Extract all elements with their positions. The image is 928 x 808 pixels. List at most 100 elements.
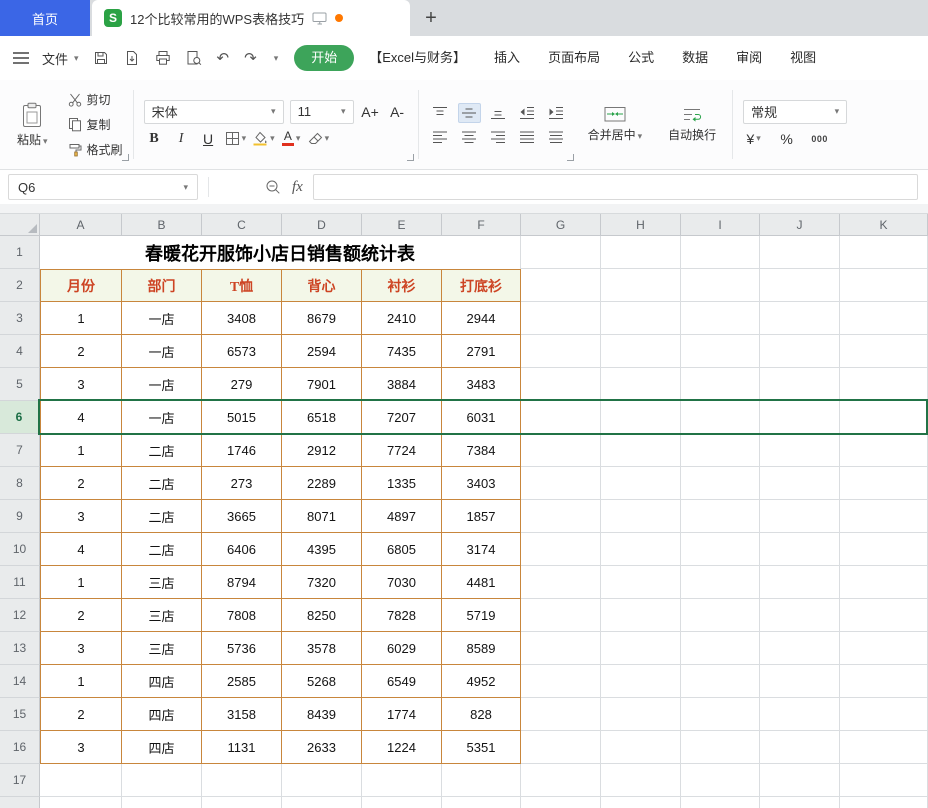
- cell-I17[interactable]: [681, 764, 760, 797]
- cell-B17[interactable]: [122, 764, 202, 797]
- cell-C16[interactable]: 1131: [202, 731, 282, 764]
- cell-H16[interactable]: [601, 731, 681, 764]
- column-header-C[interactable]: C: [202, 214, 282, 235]
- cell-D14[interactable]: 5268: [282, 665, 362, 698]
- cell-K11[interactable]: [840, 566, 928, 599]
- merge-center-button[interactable]: 合并居中▾: [582, 106, 649, 143]
- cell-D2[interactable]: 背心: [282, 269, 362, 302]
- column-header-I[interactable]: I: [681, 214, 760, 235]
- cell-D4[interactable]: 2594: [282, 335, 362, 368]
- row-header-7[interactable]: 7: [0, 434, 40, 467]
- name-box[interactable]: Q6 ▾: [8, 174, 198, 200]
- cell-G10[interactable]: [521, 533, 601, 566]
- cell-I10[interactable]: [681, 533, 760, 566]
- cell-J1[interactable]: [760, 236, 840, 269]
- cell-B14[interactable]: 四店: [122, 665, 202, 698]
- row-header-1[interactable]: 1: [0, 236, 40, 269]
- zoom-out-icon[interactable]: [265, 179, 282, 196]
- cell-J14[interactable]: [760, 665, 840, 698]
- quick-access-more-icon[interactable]: ▾: [274, 53, 279, 64]
- bold-button[interactable]: B: [144, 128, 165, 150]
- row-header-4[interactable]: 4: [0, 335, 40, 368]
- cell-D18[interactable]: [282, 797, 362, 808]
- column-header-D[interactable]: D: [282, 214, 362, 235]
- cell-J5[interactable]: [760, 368, 840, 401]
- cell-H5[interactable]: [601, 368, 681, 401]
- cell-E17[interactable]: [362, 764, 442, 797]
- cell-K6[interactable]: [840, 401, 928, 434]
- row-header-15[interactable]: 15: [0, 698, 40, 731]
- cell-C18[interactable]: [202, 797, 282, 808]
- ribbon-tab-4[interactable]: 页面布局: [535, 45, 613, 71]
- align-center-button[interactable]: [458, 127, 481, 147]
- cell-G4[interactable]: [521, 335, 601, 368]
- cell-K1[interactable]: [840, 236, 928, 269]
- cell-I12[interactable]: [681, 599, 760, 632]
- row-header-12[interactable]: 12: [0, 599, 40, 632]
- distributed-button[interactable]: [545, 127, 568, 147]
- row-header-14[interactable]: 14: [0, 665, 40, 698]
- cell-C11[interactable]: 8794: [202, 566, 282, 599]
- column-header-F[interactable]: F: [442, 214, 521, 235]
- borders-button[interactable]: ▾: [225, 128, 247, 150]
- select-all-button[interactable]: [0, 214, 40, 235]
- cell-E6[interactable]: 7207: [362, 401, 442, 434]
- cell-J6[interactable]: [760, 401, 840, 434]
- file-menu-button[interactable]: 文件 ▾: [42, 49, 79, 68]
- cell-J8[interactable]: [760, 467, 840, 500]
- number-format-select[interactable]: 常规 ▾: [743, 100, 847, 124]
- cell-A5[interactable]: 3: [40, 368, 122, 401]
- cell-K10[interactable]: [840, 533, 928, 566]
- cell-J15[interactable]: [760, 698, 840, 731]
- cell-E2[interactable]: 衬衫: [362, 269, 442, 302]
- undo-icon[interactable]: ↶: [217, 51, 230, 66]
- cell-F7[interactable]: 7384: [442, 434, 521, 467]
- cell-F13[interactable]: 8589: [442, 632, 521, 665]
- cell-A4[interactable]: 2: [40, 335, 122, 368]
- cell-G14[interactable]: [521, 665, 601, 698]
- underline-button[interactable]: U: [198, 128, 219, 150]
- cell-H15[interactable]: [601, 698, 681, 731]
- cell-K9[interactable]: [840, 500, 928, 533]
- font-color-button[interactable]: A ▾: [281, 128, 302, 150]
- cell-A9[interactable]: 3: [40, 500, 122, 533]
- cell-H14[interactable]: [601, 665, 681, 698]
- cell-B4[interactable]: 一店: [122, 335, 202, 368]
- ribbon-tab-6[interactable]: 数据: [669, 45, 721, 71]
- row-header-3[interactable]: 3: [0, 302, 40, 335]
- italic-button[interactable]: I: [171, 128, 192, 150]
- cut-button[interactable]: 剪切: [68, 89, 123, 110]
- cell-H8[interactable]: [601, 467, 681, 500]
- cell-I8[interactable]: [681, 467, 760, 500]
- justify-button[interactable]: [516, 127, 539, 147]
- cell-F5[interactable]: 3483: [442, 368, 521, 401]
- cell-H4[interactable]: [601, 335, 681, 368]
- document-tab[interactable]: S 12个比较常用的WPS表格技巧: [92, 0, 410, 36]
- cell-I15[interactable]: [681, 698, 760, 731]
- cell-C3[interactable]: 3408: [202, 302, 282, 335]
- cell-D12[interactable]: 8250: [282, 599, 362, 632]
- align-bottom-button[interactable]: [487, 103, 510, 123]
- cell-B16[interactable]: 四店: [122, 731, 202, 764]
- currency-format-button[interactable]: ¥▾: [743, 128, 764, 150]
- cell-I5[interactable]: [681, 368, 760, 401]
- font-name-select[interactable]: 宋体 ▾: [144, 100, 284, 124]
- align-middle-button[interactable]: [458, 103, 481, 123]
- ribbon-tab-8[interactable]: 视图: [777, 45, 829, 71]
- cell-F4[interactable]: 2791: [442, 335, 521, 368]
- row-header-10[interactable]: 10: [0, 533, 40, 566]
- cell-J13[interactable]: [760, 632, 840, 665]
- cell-A11[interactable]: 1: [40, 566, 122, 599]
- cell-J11[interactable]: [760, 566, 840, 599]
- cell-D6[interactable]: 6518: [282, 401, 362, 434]
- cell-E7[interactable]: 7724: [362, 434, 442, 467]
- wrap-text-button[interactable]: 自动换行: [662, 107, 722, 143]
- cell-I16[interactable]: [681, 731, 760, 764]
- cell-H11[interactable]: [601, 566, 681, 599]
- cell-J18[interactable]: [760, 797, 840, 808]
- cell-H17[interactable]: [601, 764, 681, 797]
- percent-format-button[interactable]: %: [776, 128, 797, 150]
- cell-K5[interactable]: [840, 368, 928, 401]
- cell-F11[interactable]: 4481: [442, 566, 521, 599]
- align-right-button[interactable]: [487, 127, 510, 147]
